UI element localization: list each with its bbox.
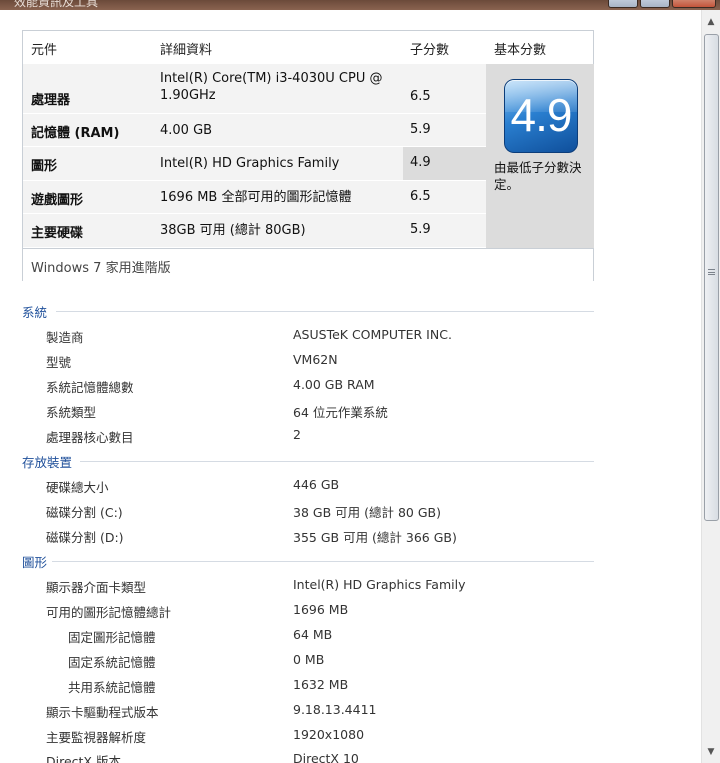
property-value: 355 GB 可用 (總計 366 GB) (293, 530, 457, 545)
base-score-panel: 4.9 由最低子分數決定。 (486, 64, 594, 248)
scroll-down-arrow-icon[interactable]: ▼ (702, 744, 720, 761)
property-label: 主要監視器解析度 (46, 730, 147, 745)
window-titlebar: 效能資訊及工具 (0, 0, 720, 10)
scrollbar-thumb[interactable] (704, 34, 719, 521)
property-label: 固定圖形記憶體 (68, 630, 156, 645)
header-component: 元件 (31, 43, 58, 58)
windows-edition-row: Windows 7 家用進階版 (23, 248, 593, 281)
row-component: 主要硬碟 (31, 226, 84, 241)
row-component: 圖形 (31, 159, 58, 174)
score-row-gaming-graphics: 遊戲圖形 1696 MB 全部可用的圖形記憶體 6.5 (23, 181, 486, 214)
row-component: 記憶體 (RAM) (31, 126, 120, 141)
base-score-badge: 4.9 (504, 79, 578, 153)
details-content: 元件 詳細資料 子分數 基本分數 處理器 Intel(R) Core(TM) i… (0, 10, 701, 763)
row-detail: Intel(R) HD Graphics Family (160, 156, 340, 171)
property-label: DirectX 版本 (46, 754, 121, 763)
row-component: 遊戲圖形 (31, 193, 84, 208)
property-label: 型號 (46, 355, 72, 370)
row-detail: 38GB 可用 (總計 80GB) (160, 223, 306, 238)
property-label: 固定系統記憶體 (68, 655, 156, 670)
property-value: 9.18.13.4411 (293, 702, 377, 717)
property-value: 0 MB (293, 652, 325, 667)
property-label: 磁碟分割 (C:) (46, 505, 123, 520)
section-divider (80, 461, 594, 462)
property-value: 1696 MB (293, 602, 349, 617)
row-subscore: 5.9 (410, 122, 431, 137)
property-value: 64 位元作業系統 (293, 405, 388, 420)
score-table: 元件 詳細資料 子分數 基本分數 處理器 Intel(R) Core(TM) i… (22, 30, 594, 281)
property-value: 38 GB 可用 (總計 80 GB) (293, 505, 441, 520)
property-label: 顯示器介面卡類型 (46, 580, 147, 595)
minimize-button[interactable] (608, 0, 638, 8)
window-controls (606, 0, 716, 8)
property-value: VM62N (293, 352, 338, 367)
score-row-ram: 記憶體 (RAM) 4.00 GB 5.9 (23, 114, 486, 147)
property-label: 硬碟總大小 (46, 480, 109, 495)
property-label: 系統類型 (46, 405, 97, 420)
header-detail: 詳細資料 (160, 43, 213, 58)
header-base-score: 基本分數 (494, 43, 547, 58)
row-subscore: 6.5 (410, 189, 431, 204)
property-value: DirectX 10 (293, 751, 359, 763)
section-title-system: 系統 (22, 305, 48, 320)
score-table-header: 元件 詳細資料 子分數 基本分數 (23, 31, 593, 64)
property-value: 1632 MB (293, 677, 349, 692)
windows-edition: Windows 7 家用進階版 (31, 261, 171, 276)
property-label: 系統記憶體總數 (46, 380, 134, 395)
property-label: 磁碟分割 (D:) (46, 530, 124, 545)
row-component: 處理器 (31, 93, 71, 108)
base-score-note: 由最低子分數決定。 (494, 160, 582, 192)
property-value: 2 (293, 427, 301, 442)
section-divider (52, 561, 594, 562)
row-subscore: 5.9 (410, 222, 431, 237)
property-value: Intel(R) HD Graphics Family (293, 577, 466, 592)
property-label: 處理器核心數目 (46, 430, 134, 445)
score-row-graphics: 圖形 Intel(R) HD Graphics Family 4.9 (23, 147, 486, 181)
vertical-scrollbar[interactable]: ▲ ▼ (701, 10, 720, 763)
property-value: 1920x1080 (293, 727, 365, 742)
row-detail: 4.00 GB (160, 123, 213, 138)
property-label: 顯示卡驅動程式版本 (46, 705, 159, 720)
section-title-graphics: 圖形 (22, 555, 48, 570)
section-divider (56, 311, 594, 312)
row-detail: Intel(R) Core(TM) i3-4030U CPU @ 1.90GHz (160, 71, 383, 103)
header-subscore: 子分數 (410, 43, 450, 58)
property-value: 446 GB (293, 477, 340, 492)
row-detail: 1696 MB 全部可用的圖形記憶體 (160, 190, 352, 205)
property-label: 共用系統記憶體 (68, 680, 156, 695)
maximize-button[interactable] (640, 0, 670, 8)
score-row-hard-disk: 主要硬碟 38GB 可用 (總計 80GB) 5.9 (23, 214, 486, 248)
section-title-storage: 存放裝置 (22, 455, 73, 470)
row-subscore: 4.9 (410, 155, 431, 170)
property-value: 64 MB (293, 627, 333, 642)
scroll-up-arrow-icon[interactable]: ▲ (702, 14, 720, 31)
property-label: 製造商 (46, 330, 84, 345)
scrollbar-grip-icon (708, 269, 715, 275)
score-row-cpu: 處理器 Intel(R) Core(TM) i3-4030U CPU @ 1.9… (23, 64, 486, 114)
window-title: 效能資訊及工具 (14, 0, 99, 9)
property-value: 4.00 GB RAM (293, 377, 375, 392)
row-subscore: 6.5 (410, 89, 431, 104)
property-value: ASUSTeK COMPUTER INC. (293, 327, 452, 342)
close-button[interactable] (672, 0, 716, 8)
base-score-value: 4.9 (510, 89, 573, 141)
property-label: 可用的圖形記憶體總計 (46, 605, 172, 620)
